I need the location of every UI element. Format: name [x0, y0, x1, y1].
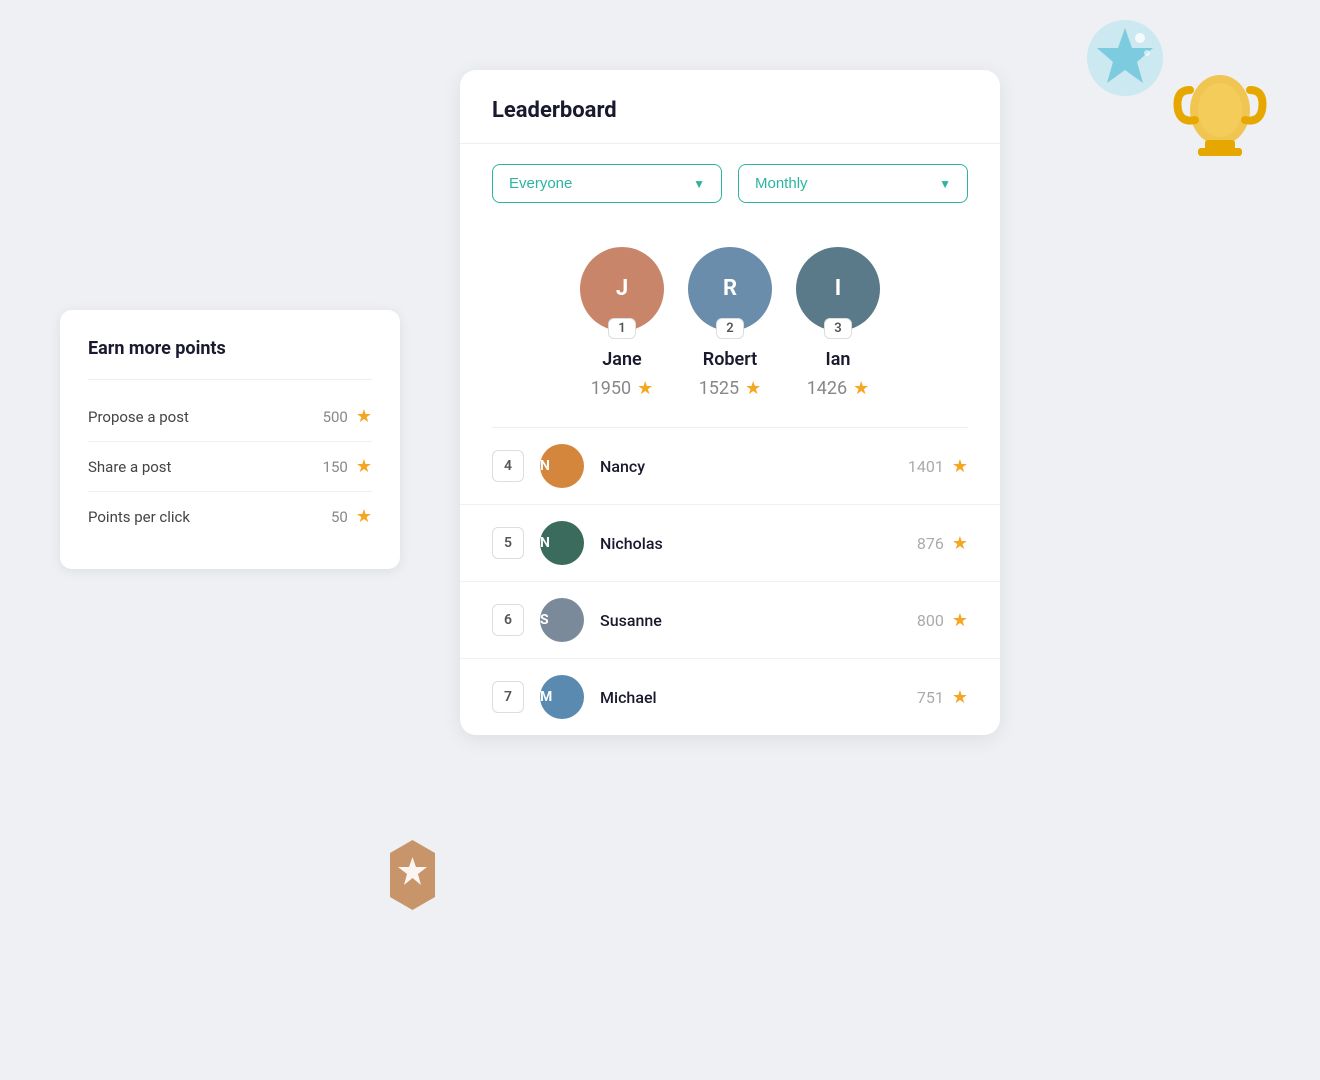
- list-name-nicholas: Nicholas: [600, 534, 901, 553]
- rank-badge-1: 1: [608, 318, 636, 339]
- star-icon-ian: ★: [853, 378, 869, 399]
- sparkle-star-icon: [1085, 18, 1165, 98]
- list-row-nicholas: 5 N Nicholas 876 ★: [460, 505, 1000, 582]
- list-score-susanne: 800 ★: [917, 610, 968, 631]
- leaderboard-header: Leaderboard: [460, 70, 1000, 144]
- list-rank-6: 6: [492, 604, 524, 636]
- list-score-michael: 751 ★: [917, 687, 968, 708]
- filter-group-select[interactable]: Everyone ▼: [492, 164, 722, 203]
- earn-row-propose-right: 500 ★: [323, 406, 372, 427]
- star-icon-click: ★: [356, 506, 372, 527]
- score-value-nancy: 1401: [908, 457, 944, 476]
- star-icon-robert: ★: [745, 378, 761, 399]
- badge-icon: [375, 835, 450, 915]
- earn-row-click-points: 50: [331, 508, 348, 526]
- avatar-wrapper-1: J 1: [580, 247, 664, 331]
- star-icon-nancy: ★: [952, 456, 968, 477]
- list-row-nancy: 4 N Nancy 1401 ★: [460, 428, 1000, 505]
- list-name-nancy: Nancy: [600, 457, 892, 476]
- list-rank-7: 7: [492, 681, 524, 713]
- top3-score-ian: 1426 ★: [807, 378, 870, 399]
- score-value-susanne: 800: [917, 611, 944, 630]
- earn-row-propose-points: 500: [323, 408, 348, 426]
- list-rank-5: 5: [492, 527, 524, 559]
- earn-card-title: Earn more points: [88, 338, 372, 359]
- list-score-nancy: 1401 ★: [908, 456, 968, 477]
- top3-name-ian: Ian: [826, 349, 851, 370]
- star-icon-michael: ★: [952, 687, 968, 708]
- filter-period-select[interactable]: Monthly ▼: [738, 164, 968, 203]
- leaderboard-filters: Everyone ▼ Monthly ▼: [460, 144, 1000, 223]
- earn-row-click-label: Points per click: [88, 508, 190, 526]
- avatar-wrapper-2: R 2: [688, 247, 772, 331]
- list-row-susanne: 6 S Susanne 800 ★: [460, 582, 1000, 659]
- list-rank-4: 4: [492, 450, 524, 482]
- filter-period-label: Monthly: [755, 175, 808, 192]
- score-value-michael: 751: [917, 688, 944, 707]
- score-value-nicholas: 876: [917, 534, 944, 553]
- top3-section: J 1 Jane 1950 ★ R 2 Robert: [460, 223, 1000, 427]
- chevron-down-icon-group: ▼: [693, 177, 705, 191]
- rank-badge-2: 2: [716, 318, 744, 339]
- earn-row-share: Share a post 150 ★: [88, 442, 372, 492]
- avatar-wrapper-3: I 3: [796, 247, 880, 331]
- avatar-nancy: N: [540, 444, 584, 488]
- earn-row-share-points: 150: [323, 458, 348, 476]
- top3-name-jane: Jane: [602, 349, 641, 370]
- avatar-susanne: S: [540, 598, 584, 642]
- top3-score-robert: 1525 ★: [699, 378, 762, 399]
- star-icon-susanne: ★: [952, 610, 968, 631]
- score-value-ian: 1426: [807, 378, 847, 399]
- score-value-jane: 1950: [591, 378, 631, 399]
- avatar-michael: M: [540, 675, 584, 719]
- chevron-down-icon-period: ▼: [939, 177, 951, 191]
- top3-item-3: I 3 Ian 1426 ★: [796, 247, 880, 399]
- earn-row-propose: Propose a post 500 ★: [88, 392, 372, 442]
- list-name-susanne: Susanne: [600, 611, 901, 630]
- list-row-michael: 7 M Michael 751 ★: [460, 659, 1000, 735]
- trophy-icon: [1170, 55, 1270, 165]
- earn-row-propose-label: Propose a post: [88, 408, 189, 426]
- page-wrapper: Earn more points Propose a post 500 ★ Sh…: [0, 0, 1320, 1080]
- top3-name-robert: Robert: [703, 349, 757, 370]
- earn-row-share-label: Share a post: [88, 458, 171, 476]
- list-name-michael: Michael: [600, 688, 901, 707]
- filter-group-label: Everyone: [509, 175, 572, 192]
- list-score-nicholas: 876 ★: [917, 533, 968, 554]
- leaderboard-title: Leaderboard: [492, 98, 968, 123]
- earn-row-click-right: 50 ★: [331, 506, 372, 527]
- avatar-nicholas: N: [540, 521, 584, 565]
- star-icon-share: ★: [356, 456, 372, 477]
- top3-item-2: R 2 Robert 1525 ★: [688, 247, 772, 399]
- earn-row-share-right: 150 ★: [323, 456, 372, 477]
- star-icon-nicholas: ★: [952, 533, 968, 554]
- top3-item-1: J 1 Jane 1950 ★: [580, 247, 664, 399]
- star-icon-jane: ★: [637, 378, 653, 399]
- earn-row-click: Points per click 50 ★: [88, 492, 372, 541]
- earn-card: Earn more points Propose a post 500 ★ Sh…: [60, 310, 400, 569]
- star-icon-propose: ★: [356, 406, 372, 427]
- leaderboard-card: Leaderboard Everyone ▼ Monthly ▼ J 1: [460, 70, 1000, 735]
- score-value-robert: 1525: [699, 378, 739, 399]
- top3-score-jane: 1950 ★: [591, 378, 654, 399]
- rank-badge-3: 3: [824, 318, 852, 339]
